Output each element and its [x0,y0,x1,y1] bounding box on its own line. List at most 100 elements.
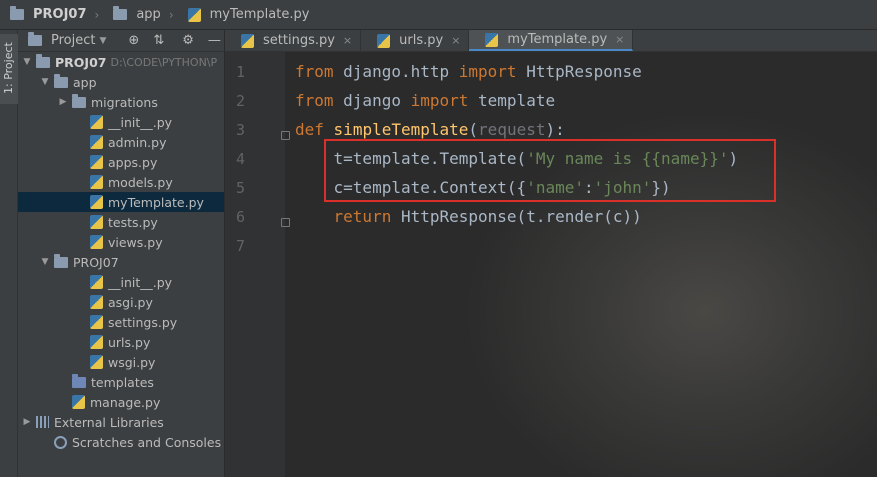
code-line[interactable]: return HttpResponse(t.render(c)) [295,202,642,231]
tree-item-label: settings.py [108,314,178,330]
code-token: import [458,62,517,81]
tree-item-label: wsgi.py [108,354,156,370]
tree-item[interactable]: templates [18,372,224,392]
editor-tab[interactable]: urls.py × [361,30,470,51]
tree-item-label: migrations [91,94,158,110]
hide-panel-icon[interactable]: — [208,33,221,48]
tree-item[interactable]: admin.py [18,132,224,152]
tree-item[interactable]: views.py [18,232,224,252]
code-token: from [295,62,334,81]
chevron-down-icon[interactable]: ▼ [99,36,106,46]
breadcrumb-folder[interactable]: app [136,7,160,22]
tree-item-label: admin.py [108,134,167,150]
editor-tab-label: urls.py [399,33,444,48]
tree-item-label: PROJ07 [55,54,107,70]
code-token: template [468,91,556,110]
tree-item-label: models.py [108,174,173,190]
breadcrumb-project[interactable]: PROJ07 [33,7,87,22]
tree-item[interactable]: myTemplate.py [18,192,224,212]
fold-marker-icon[interactable] [281,218,290,227]
breadcrumb-file[interactable]: myTemplate.py [210,7,310,22]
locate-file-icon[interactable]: ⊕ [128,33,139,48]
code-token: ( [468,120,479,139]
tree-item-label: asgi.py [108,294,153,310]
line-number: 2 [235,92,245,110]
close-icon[interactable]: × [615,33,624,46]
folder-icon [72,93,86,108]
project-panel: Project ▼ ⊕ ⇅ ⚙ — ▼ PROJ07 D:\CODE\PYTHON\… [18,30,225,477]
code-token: def [295,120,324,139]
tree-item[interactable]: settings.py [18,312,224,332]
expand-arrow-icon[interactable]: ▼ [22,57,32,67]
tree-item[interactable]: ▼ PROJ07 D:\CODE\PYTHON\P [18,52,224,72]
highlight-annotation-box [324,139,776,202]
python-file-icon [90,275,103,289]
scratches-icon [54,435,67,449]
expand-arrow-icon[interactable]: ▼ [40,257,50,267]
editor-tab-label: settings.py [263,33,335,48]
tree-item[interactable]: __init__.py [18,272,224,292]
tree-item-label: templates [91,374,154,390]
folder-icon [10,6,24,20]
project-toolbar: Project ▼ ⊕ ⇅ ⚙ — [18,30,224,52]
code-token: import [410,91,469,110]
tree-item[interactable]: __init__.py [18,112,224,132]
tree-item[interactable]: manage.py [18,392,224,412]
python-file-icon [90,315,103,329]
line-number-gutter: 1 2 3 4 5 6 7 [225,52,290,477]
tree-item[interactable]: wsgi.py [18,352,224,372]
tree-item[interactable]: asgi.py [18,292,224,312]
tree-item-label: __init__.py [108,114,173,130]
tree-item[interactable]: ▼ PROJ07 [18,252,224,272]
folder-icon [36,53,50,68]
python-file-icon [90,335,103,349]
collapse-all-icon[interactable]: ⇅ [153,33,164,48]
editor-tabs: settings.py × urls.py × myTemplate.py × [225,30,877,52]
tree-item[interactable]: urls.py [18,332,224,352]
navigation-bar: PROJ07 › app › myTemplate.py [0,0,877,30]
line-number: 4 [235,150,245,168]
gear-icon[interactable]: ⚙ [182,33,194,48]
folder-icon [113,6,128,20]
python-file-icon [90,135,103,149]
tree-item-label: External Libraries [54,414,164,430]
code-line[interactable]: from django import template [295,86,555,115]
python-file-icon [187,7,201,22]
line-number: 6 [235,208,245,226]
expand-arrow-icon[interactable]: ▼ [40,77,50,87]
tree-item-label: PROJ07 [73,254,119,270]
tree-item-label: urls.py [108,334,151,350]
breadcrumb: PROJ07 › app › myTemplate.py [6,6,310,22]
tree-item[interactable]: apps.py [18,152,224,172]
tree-item[interactable]: ▶ External Libraries [18,412,224,432]
code-token: request [478,120,546,139]
tree-item[interactable]: ▶ migrations [18,92,224,112]
tree-item[interactable]: Scratches and Consoles [18,432,224,452]
tree-item[interactable]: models.py [18,172,224,192]
line-number: 5 [235,179,245,197]
close-icon[interactable]: × [451,34,460,47]
collapse-arrow-icon[interactable]: ▶ [22,417,32,427]
editor-tab[interactable]: myTemplate.py × [469,30,634,51]
python-file-icon [90,155,103,169]
line-number: 1 [235,63,245,81]
chevron-right-icon: › [94,7,100,22]
editor-tab[interactable]: settings.py × [225,30,362,51]
editor-tab-label: myTemplate.py [507,32,608,47]
python-file-icon [241,33,254,48]
collapse-arrow-icon[interactable]: ▶ [58,97,68,107]
tree-item[interactable]: ▼ app [18,72,224,92]
close-icon[interactable]: × [343,34,352,47]
left-tool-strip: 1: Project [0,30,18,477]
code-line[interactable]: from django.http import HttpResponse [295,57,642,86]
project-tool-tab[interactable]: 1: Project [0,34,18,104]
fold-marker-icon[interactable] [281,131,290,140]
folder-icon [54,73,68,88]
python-file-icon [90,215,103,229]
code-editor[interactable]: 1 2 3 4 5 6 7 from django.http import HttpResp… [225,52,877,477]
project-view-selector[interactable]: Project [51,33,95,48]
project-tree: ▼ PROJ07 D:\CODE\PYTHON\P ▼ app ▶ migrations __… [18,52,224,452]
tree-item-label: tests.py [108,214,158,230]
tree-item[interactable]: tests.py [18,212,224,232]
